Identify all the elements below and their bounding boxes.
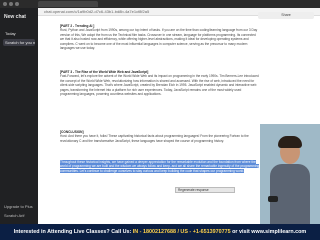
presenter-webcam — [260, 124, 320, 224]
banner-prefix: Interested in Attending Live Classes? Ca… — [13, 229, 133, 235]
section-text: Host: And there you have it, folks! Thes… — [60, 134, 249, 143]
browser-tab-strip — [0, 0, 320, 8]
microphone-icon — [268, 196, 278, 202]
section-text: Rust, Python and JavaScript from 1990s, … — [60, 28, 258, 51]
minimize-window-icon[interactable] — [9, 2, 13, 6]
maximize-window-icon[interactable] — [15, 2, 19, 6]
presenter-body — [270, 164, 310, 224]
new-chat-button[interactable]: New chat — [4, 14, 26, 20]
section-text: Fast-Forward, let's explore the advent o… — [60, 74, 259, 97]
user-account-menu[interactable]: Scratch Arif — [4, 213, 24, 218]
banner-suffix: or visit www.simplilearn.com — [230, 229, 307, 235]
highlighted-text[interactable]: Throughout these historical insights, we… — [60, 160, 260, 173]
content-section: [CONCLUSION] Host: And there you have it… — [60, 130, 260, 143]
selected-text-block[interactable]: Throughout these historical insights, we… — [60, 160, 260, 173]
close-window-icon[interactable] — [3, 2, 7, 6]
sidebar-item-chat[interactable]: Scratch for you nbsp — [3, 39, 35, 46]
upgrade-plus-link[interactable]: Upgrade to Plus — [4, 204, 33, 209]
regenerate-tooltip[interactable]: Regenerate response — [175, 187, 235, 193]
content-section: [PART 2 - Trending AI ] Rust, Python and… — [60, 24, 260, 50]
sidebar: New chat Today Scratch for you nbsp Upgr… — [0, 8, 38, 224]
presenter-hair — [278, 136, 302, 148]
sidebar-section-today: Today — [5, 31, 16, 36]
browser-tab[interactable] — [38, 1, 98, 7]
banner-phone: IN - 18002127688 / US - +1-6513970775 — [132, 229, 231, 235]
address-bar-url: chat.openai.com/c/1a9b0d2-d7c6-43b1-bd8b… — [44, 9, 150, 14]
content-section: [PART 3 - The Rise of the World Wide Web… — [60, 70, 260, 96]
share-button[interactable]: Share — [258, 12, 314, 19]
promo-banner: Interested in Attending Live Classes? Ca… — [0, 224, 320, 240]
